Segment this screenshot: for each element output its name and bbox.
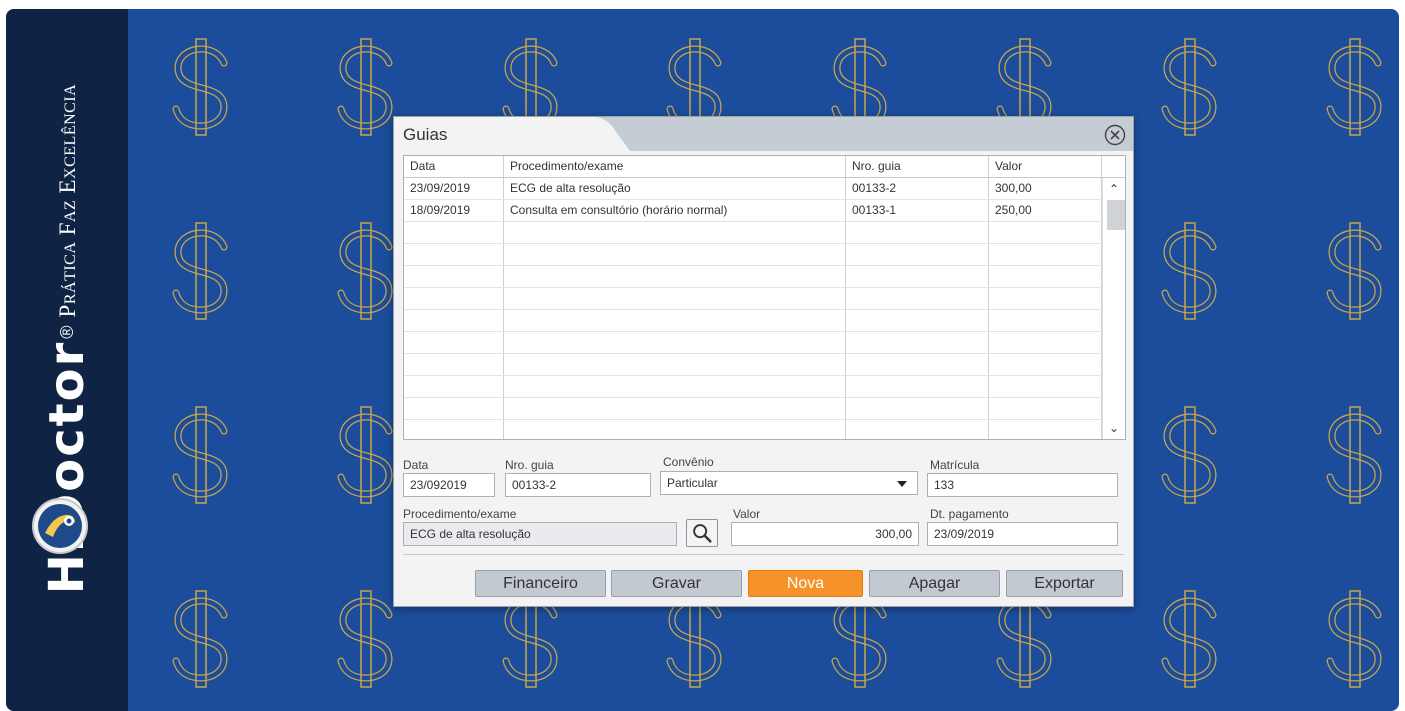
cell-valor: 250,00 xyxy=(989,200,1102,221)
table-body: 23/09/2019 ECG de alta resolução 00133-2… xyxy=(404,178,1102,439)
nova-button[interactable]: Nova xyxy=(748,570,863,597)
cell-procedimento: Consulta em consultório (horário normal) xyxy=(504,200,846,221)
dollar-sign-icon xyxy=(337,38,393,136)
matricula-field[interactable]: 133 xyxy=(927,473,1118,497)
dollar-sign-icon xyxy=(1161,406,1217,504)
empty-row xyxy=(404,310,1102,332)
scroll-up-icon[interactable]: ⌃ xyxy=(1103,180,1125,198)
empty-row xyxy=(404,398,1102,420)
guias-table: Data Procedimento/exame Nro. guia Valor … xyxy=(403,155,1126,440)
empty-row xyxy=(404,354,1102,376)
registered-mark: ® xyxy=(56,325,77,339)
dollar-sign-icon xyxy=(1161,590,1217,688)
dollar-sign-icon xyxy=(337,406,393,504)
data-field[interactable]: 23/092019 xyxy=(403,473,495,497)
convenio-value: Particular xyxy=(667,476,718,490)
divider xyxy=(403,554,1124,555)
dialog-header: Guias xyxy=(394,117,1133,151)
dollar-sign-icon xyxy=(337,222,393,320)
brand-sidebar: HiDoctor ® Prática Faz Excelência xyxy=(6,9,128,711)
gravar-button[interactable]: Gravar xyxy=(611,570,742,597)
dollar-sign-icon xyxy=(337,590,393,688)
dollar-sign-icon xyxy=(1326,590,1382,688)
dollar-sign-icon xyxy=(1326,222,1382,320)
empty-row xyxy=(404,266,1102,288)
dollar-sign-icon xyxy=(1326,406,1382,504)
cell-guia: 00133-2 xyxy=(846,178,989,199)
exportar-button[interactable]: Exportar xyxy=(1006,570,1123,597)
table-row[interactable]: 18/09/2019 Consulta em consultório (horá… xyxy=(404,200,1102,222)
dollar-sign-icon xyxy=(1326,38,1382,136)
dollar-sign-icon xyxy=(1161,38,1217,136)
dialog-title: Guias xyxy=(403,125,448,144)
cell-data: 18/09/2019 xyxy=(404,200,504,221)
data-label: Data xyxy=(403,458,429,472)
pagamento-label: Dt. pagamento xyxy=(930,507,1009,521)
column-header-guia[interactable]: Nro. guia xyxy=(846,156,989,177)
empty-row xyxy=(404,376,1102,398)
scrollbar-thumb[interactable] xyxy=(1107,200,1125,230)
search-procedimento-button[interactable] xyxy=(686,519,718,547)
matricula-label: Matrícula xyxy=(930,458,980,472)
cell-guia: 00133-1 xyxy=(846,200,989,221)
dollar-sign-icon xyxy=(172,590,228,688)
guia-field[interactable]: 00133-2 xyxy=(505,473,651,497)
table-row[interactable]: 23/09/2019 ECG de alta resolução 00133-2… xyxy=(404,178,1102,200)
brand-name: HiDoctor xyxy=(39,340,95,595)
cell-valor: 300,00 xyxy=(989,178,1102,199)
hidoctor-emblem-icon xyxy=(32,498,88,554)
brand-tagline: Prática Faz Excelência xyxy=(54,83,80,318)
valor-field[interactable]: 300,00 xyxy=(731,522,919,546)
convenio-select[interactable]: Particular xyxy=(660,471,918,495)
dollar-sign-icon xyxy=(1161,222,1217,320)
empty-row xyxy=(404,244,1102,266)
table-scrollbar[interactable]: ⌃ ⌄ xyxy=(1102,178,1125,439)
cell-data: 23/09/2019 xyxy=(404,178,504,199)
empty-row xyxy=(404,420,1102,439)
chevron-down-icon xyxy=(897,481,907,487)
procedimento-field[interactable]: ECG de alta resolução xyxy=(403,522,677,546)
scroll-down-icon[interactable]: ⌄ xyxy=(1103,419,1125,437)
guias-dialog: Guias Data Procedimento/exame Nro. guia … xyxy=(393,116,1134,607)
column-header-valor[interactable]: Valor xyxy=(989,156,1102,177)
search-icon xyxy=(693,524,712,543)
table-header: Data Procedimento/exame Nro. guia Valor xyxy=(404,156,1125,178)
column-header-procedimento[interactable]: Procedimento/exame xyxy=(504,156,846,177)
empty-row xyxy=(404,222,1102,244)
procedimento-label: Procedimento/exame xyxy=(403,507,517,521)
dollar-sign-icon xyxy=(172,38,228,136)
column-header-data[interactable]: Data xyxy=(404,156,504,177)
dollar-sign-icon xyxy=(172,222,228,320)
apagar-button[interactable]: Apagar xyxy=(869,570,1000,597)
cell-procedimento: ECG de alta resolução xyxy=(504,178,846,199)
financeiro-button[interactable]: Financeiro xyxy=(475,570,606,597)
guia-label: Nro. guia xyxy=(505,458,554,472)
convenio-label: Convênio xyxy=(663,455,714,469)
close-icon[interactable] xyxy=(1104,124,1126,146)
dollar-sign-icon xyxy=(172,406,228,504)
pagamento-field[interactable]: 23/09/2019 xyxy=(927,522,1118,546)
valor-label: Valor xyxy=(733,507,761,521)
empty-row xyxy=(404,288,1102,310)
empty-row xyxy=(404,332,1102,354)
